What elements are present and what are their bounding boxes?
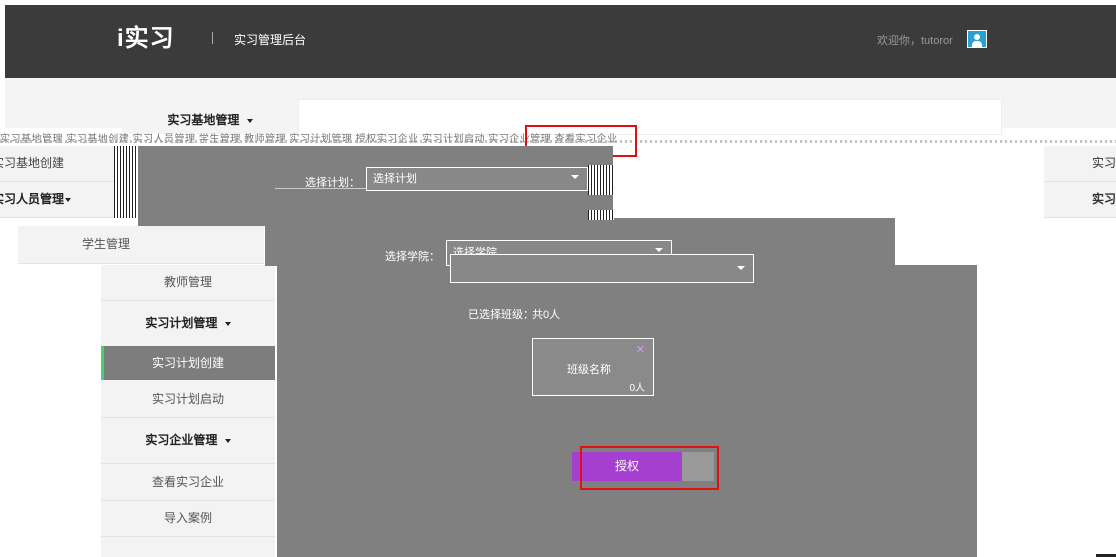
chevron-down-icon: [65, 198, 71, 202]
app-logo[interactable]: i实习: [117, 18, 175, 53]
active-indicator: [101, 346, 104, 380]
chevron-down-icon: [737, 266, 745, 270]
sidebar-item-base-create[interactable]: 实习基地创建: [0, 146, 116, 182]
sidebar-group-people[interactable]: 实习人员管理: [0, 182, 116, 218]
right-ghost-item: 实习: [1044, 146, 1116, 182]
selected-class-label: 已选择班级：: [468, 309, 534, 321]
class-card[interactable]: 班级名称 ✕ 0人: [532, 338, 654, 396]
plan-label: 选择计划：: [305, 177, 360, 189]
chevron-down-icon: [246, 118, 253, 123]
header-divider: [212, 32, 213, 44]
class-card-name: 班级名称: [567, 364, 611, 376]
sidebar-item-plan-start[interactable]: 实习计划启动: [101, 382, 275, 418]
chevron-down-icon: [224, 438, 231, 443]
sidebar-item-student[interactable]: 学生管理: [18, 226, 264, 264]
modal-body: [277, 265, 977, 557]
chevron-down-icon: [655, 248, 663, 252]
welcome-text: 欢迎你，tutoror: [877, 35, 953, 47]
close-icon[interactable]: ✕: [636, 343, 645, 356]
sidebar-group-plan[interactable]: 实习计划管理: [101, 301, 275, 347]
chevron-down-icon: [224, 321, 231, 326]
system-title: 实习管理后台: [234, 33, 307, 47]
glitch-bars: [588, 210, 614, 220]
sidebar-group-company[interactable]: 实习企业管理: [101, 418, 275, 464]
user-avatar-icon[interactable]: [967, 30, 987, 48]
plan-select[interactable]: 选择计划: [366, 167, 588, 191]
class-select[interactable]: [450, 254, 754, 283]
class-card-count: 0人: [629, 383, 645, 394]
sidebar-item-import-case[interactable]: 导入案例: [101, 501, 275, 537]
college-label: 选择学院：: [385, 251, 440, 263]
right-ghost-item: 实习: [1044, 182, 1116, 218]
chevron-down-icon: [571, 175, 579, 179]
highlight-box-authorize: [580, 446, 719, 490]
glitch-bars: [588, 165, 614, 195]
sidebar-item-teacher[interactable]: 教师管理: [101, 265, 275, 301]
selected-count: 共0人: [532, 309, 561, 321]
glitch-bars: [114, 146, 136, 218]
sidebar-item-plan-create[interactable]: 实习计划创建: [101, 346, 275, 380]
sidebar-item-company-view[interactable]: 查看实习企业: [101, 465, 275, 501]
